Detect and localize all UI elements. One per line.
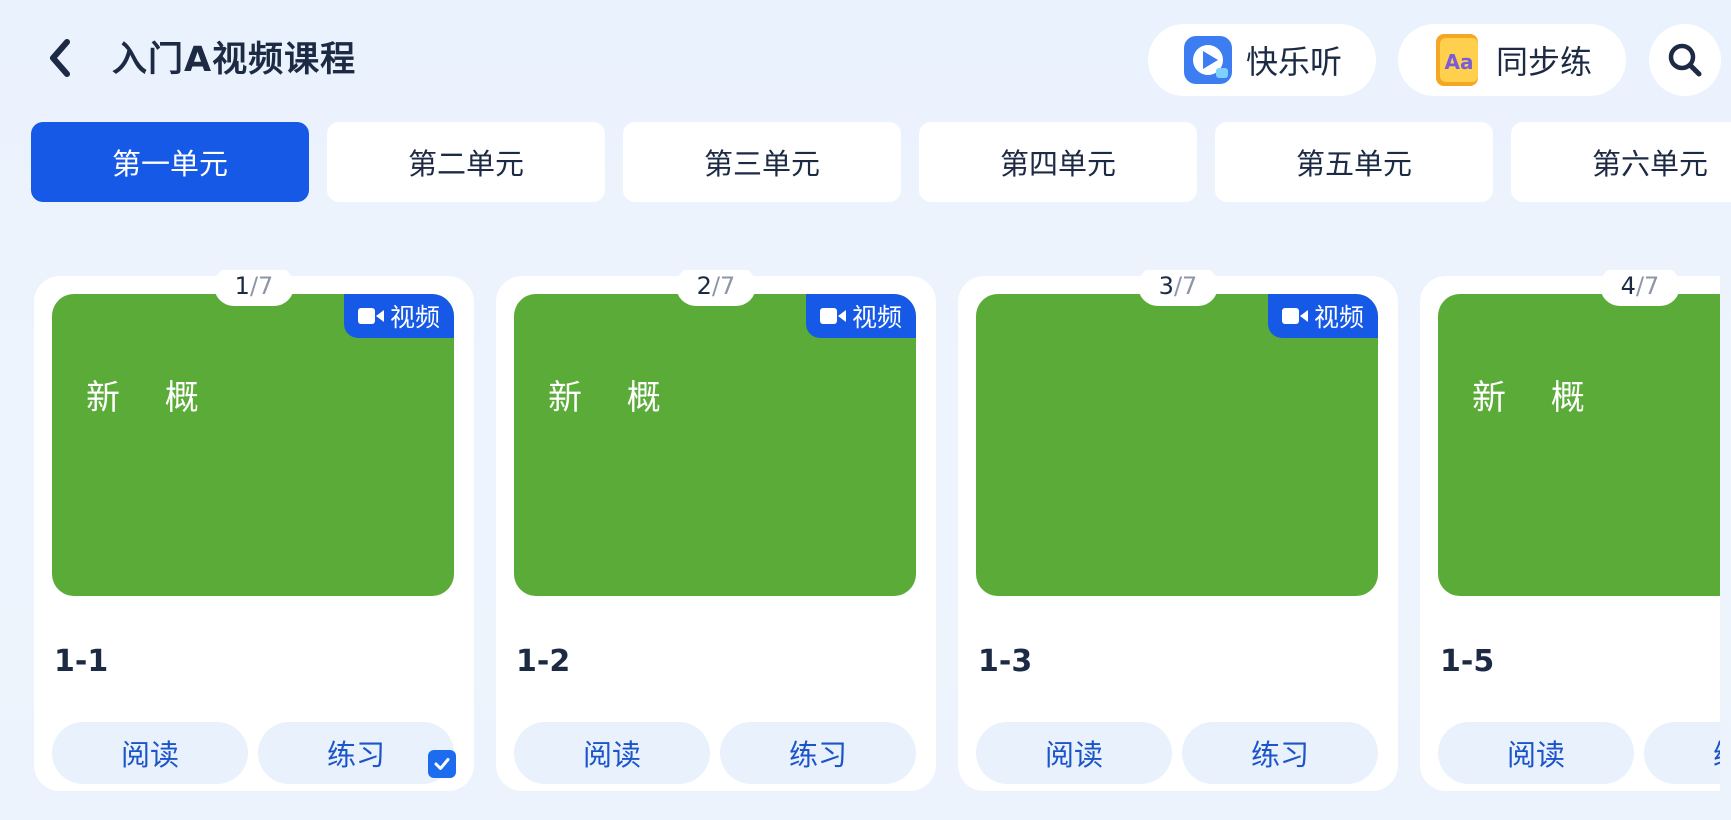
lesson-total: /7 — [1173, 272, 1198, 300]
practice-button[interactable]: 练习 — [258, 722, 454, 784]
aa-book-icon: Aa — [1436, 34, 1478, 86]
page-title: 入门A视频课程 — [112, 40, 357, 80]
lesson-index: 3 — [1158, 272, 1174, 300]
thumbnail-text: 新 概 — [1472, 378, 1587, 418]
video-camera-icon — [357, 308, 384, 324]
lesson-title: 1-1 — [54, 644, 109, 679]
video-camera-icon — [819, 308, 846, 324]
video-badge-label: 视频 — [389, 303, 440, 332]
lesson-card-list: 新 概 视频 1/7 1-1 阅读 练习 新 概 视频 2/7 1-2 阅读 练… — [0, 270, 1720, 800]
lesson-total: /7 — [1635, 272, 1660, 300]
lesson-title: 1-2 — [516, 644, 571, 679]
lesson-index: 4 — [1620, 272, 1636, 300]
read-button[interactable]: 阅读 — [1438, 722, 1634, 784]
back-button[interactable] — [38, 34, 82, 82]
video-thumbnail[interactable]: 新 概 视频 — [514, 294, 916, 596]
happy-listen-button[interactable]: 快乐听 — [1148, 24, 1376, 96]
practice-button[interactable]: 练习 — [720, 722, 916, 784]
video-badge-label: 视频 — [851, 303, 902, 332]
lesson-counter: 3/7 — [1138, 270, 1218, 306]
lesson-total: /7 — [711, 272, 736, 300]
video-thumbnail[interactable]: 视频 — [976, 294, 1378, 596]
read-button[interactable]: 阅读 — [52, 722, 248, 784]
video-thumbnail[interactable]: 新 概 — [1438, 294, 1720, 596]
practice-button[interactable]: 练习 — [1182, 722, 1378, 784]
video-badge: 视频 — [806, 294, 916, 338]
sync-practice-label: 同步练 — [1496, 43, 1593, 81]
checkmark-icon — [434, 758, 450, 770]
thumbnail-text: 新 概 — [548, 378, 663, 418]
lesson-title: 1-3 — [978, 644, 1033, 679]
happy-listen-label: 快乐听 — [1246, 43, 1343, 81]
video-badge: 视频 — [344, 294, 454, 338]
play-icon — [1184, 36, 1232, 84]
chevron-left-icon — [50, 39, 70, 77]
search-icon — [1668, 43, 1702, 77]
tab-unit-2[interactable]: 第二单元 — [327, 122, 605, 202]
lesson-counter: 1/7 — [214, 270, 294, 306]
video-badge: 视频 — [1268, 294, 1378, 338]
lesson-counter: 4/7 — [1600, 270, 1680, 306]
lesson-total: /7 — [249, 272, 274, 300]
lesson-card: 新 概 视频 2/7 1-2 阅读 练习 — [496, 270, 936, 791]
search-button[interactable] — [1649, 24, 1721, 96]
svg-text:Aa: Aa — [1445, 50, 1474, 74]
sync-practice-button[interactable]: Aa 同步练 — [1398, 24, 1626, 96]
video-thumbnail[interactable]: 新 概 视频 — [52, 294, 454, 596]
thumbnail-text: 新 概 — [86, 378, 201, 418]
read-button[interactable]: 阅读 — [976, 722, 1172, 784]
tab-unit-6[interactable]: 第六单元 — [1511, 122, 1731, 202]
lesson-title: 1-5 — [1440, 644, 1495, 679]
lesson-card: 新 概 视频 1/7 1-1 阅读 练习 — [34, 270, 474, 791]
practice-button[interactable]: 练习 — [1644, 722, 1720, 784]
tab-unit-3[interactable]: 第三单元 — [623, 122, 901, 202]
video-camera-icon — [1281, 308, 1308, 324]
lesson-card: 视频 3/7 1-3 阅读 练习 — [958, 270, 1398, 791]
lesson-index: 2 — [696, 272, 712, 300]
read-button[interactable]: 阅读 — [514, 722, 710, 784]
tab-unit-1[interactable]: 第一单元 — [31, 122, 309, 202]
unit-tabs: 第一单元 第二单元 第三单元 第四单元 第五单元 第六单元 — [0, 122, 1731, 204]
lesson-counter: 2/7 — [676, 270, 756, 306]
video-badge-label: 视频 — [1313, 303, 1364, 332]
completed-checkbox — [428, 750, 456, 778]
lesson-index: 1 — [234, 272, 250, 300]
tab-unit-5[interactable]: 第五单元 — [1215, 122, 1493, 202]
header-bar: 入门A视频课程 快乐听 Aa 同步练 — [0, 0, 1731, 120]
lesson-card: 新 概 4/7 1-5 阅读 练习 — [1420, 270, 1720, 791]
tab-unit-4[interactable]: 第四单元 — [919, 122, 1197, 202]
